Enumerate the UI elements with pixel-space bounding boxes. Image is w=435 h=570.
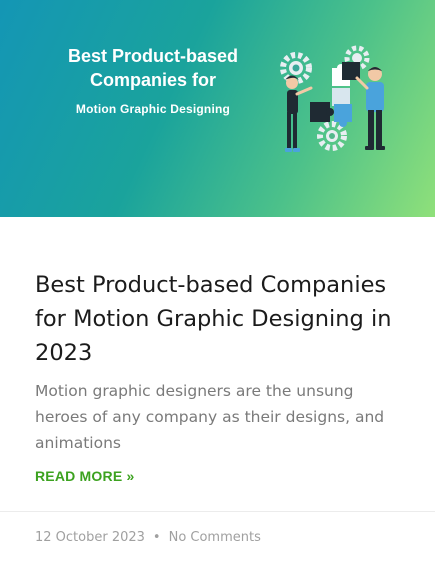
post-excerpt: Motion graphic designers are the unsung …: [35, 382, 385, 452]
post-date: 12 October 2023: [35, 530, 145, 545]
person-man-figure: [355, 67, 385, 150]
banner-subtitle: Motion Graphic Designing: [75, 102, 231, 116]
banner-title: Best Product-based Companies for: [67, 46, 239, 90]
divider: [0, 511, 435, 512]
team-puzzle-gears-illustration: [280, 45, 385, 152]
read-more-link[interactable]: READ MORE »: [35, 468, 134, 484]
post-title[interactable]: Best Product-based Companies for Motion …: [35, 268, 405, 370]
person-woman-figure: [285, 75, 313, 152]
meta-separator: •: [152, 530, 161, 545]
banner-text: Best Product-based Companies for Motion …: [38, 44, 268, 116]
featured-image[interactable]: Best Product-based Companies for Motion …: [0, 0, 435, 217]
comments-link[interactable]: No Comments: [169, 530, 261, 545]
puzzle-pieces-icon: [310, 62, 360, 127]
post-meta: 12 October 2023 • No Comments: [35, 530, 261, 545]
post-card: Best Product-based Companies for Motion …: [0, 0, 435, 570]
